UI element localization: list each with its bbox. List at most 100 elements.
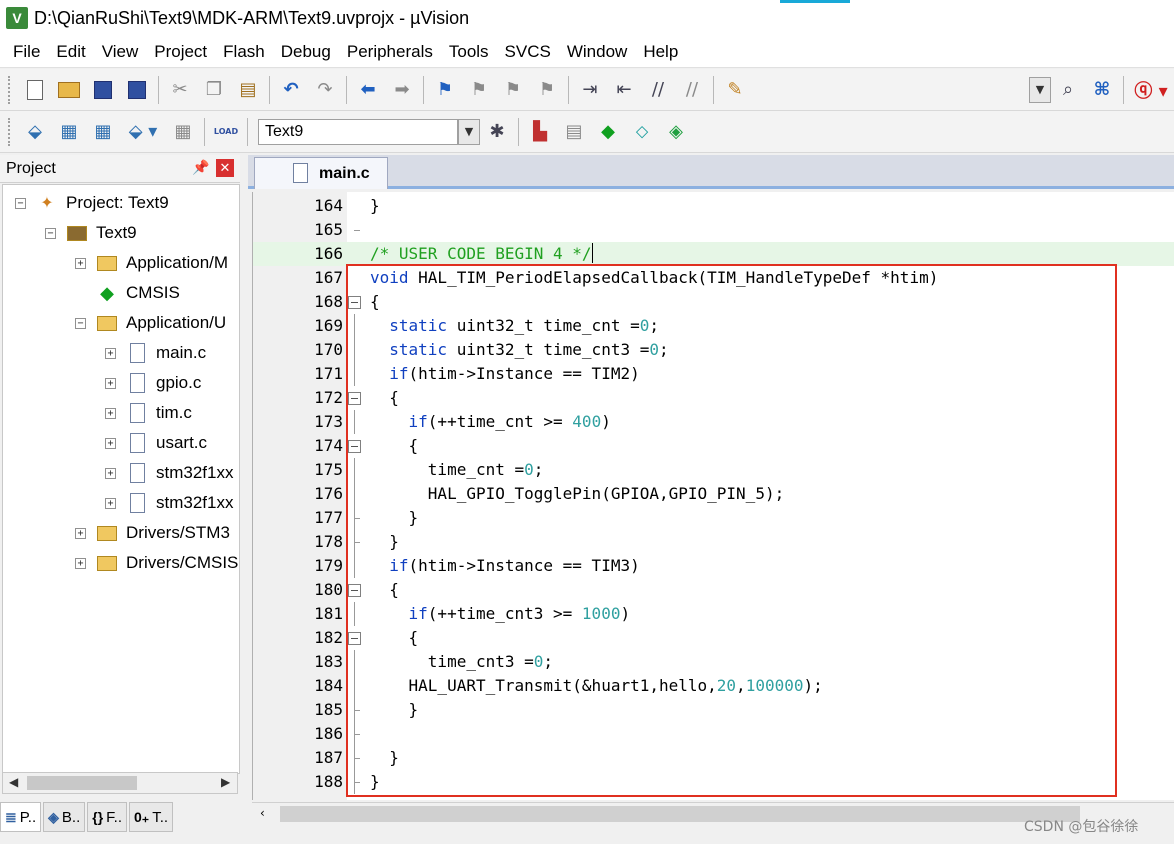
next-bookmark-button[interactable]: ⚑ — [499, 76, 527, 104]
code-line[interactable]: 177 } — [253, 506, 1174, 530]
code-line[interactable]: 179 if(htim->Instance == TIM3) — [253, 554, 1174, 578]
menu-debug[interactable]: Debug — [273, 42, 339, 62]
code-line[interactable]: 173 if(++time_cnt >= 400) — [253, 410, 1174, 434]
menu-edit[interactable]: Edit — [48, 42, 93, 62]
project-horizontal-scrollbar[interactable]: ◀ ▶ — [2, 772, 238, 794]
find-combo-dropdown[interactable]: ▼ — [1029, 76, 1051, 103]
paste-button[interactable]: ▤ — [234, 76, 262, 104]
toolbar-grip[interactable] — [8, 75, 12, 104]
tree-item-cmsis[interactable]: ◆ CMSIS — [96, 279, 180, 307]
stop-build-button[interactable]: ▦ — [169, 118, 197, 146]
menu-flash[interactable]: Flash — [215, 42, 273, 62]
tab-project[interactable]: ≣ P.. — [0, 802, 42, 832]
fold-toggle-icon[interactable] — [348, 632, 361, 645]
expand-icon[interactable]: + — [105, 437, 116, 449]
clear-bookmarks-button[interactable]: ⚑ — [533, 76, 561, 104]
target-options-button[interactable]: ✱ — [483, 118, 511, 146]
fold-toggle-icon[interactable] — [348, 392, 361, 405]
menu-file[interactable]: File — [5, 42, 48, 62]
code-line[interactable]: 174 { — [253, 434, 1174, 458]
target-dropdown-button[interactable]: ▼ — [458, 118, 480, 145]
insert-bookmark-button[interactable]: ⚑ — [431, 76, 459, 104]
code-line[interactable]: 172 { — [253, 386, 1174, 410]
tree-item-project[interactable]: − ✦ Project: Text9 — [15, 189, 169, 217]
expand-icon[interactable]: + — [105, 407, 116, 419]
pack-installer-button[interactable]: ◆ — [594, 118, 622, 146]
code-line[interactable]: 164} — [253, 194, 1174, 218]
code-line[interactable]: 170 static uint32_t time_cnt3 =0; — [253, 338, 1174, 362]
navigate-forward-button[interactable]: ➡ — [388, 76, 416, 104]
expand-icon[interactable]: + — [75, 257, 86, 269]
undo-button[interactable]: ↶ — [277, 76, 305, 104]
tab-books[interactable]: ◈ B.. — [43, 802, 86, 832]
code-editor[interactable]: 164} 165 166 /* USER CODE BEGIN 4 */ 167 void… — [252, 192, 1174, 800]
unindent-button[interactable]: ⇤ — [610, 76, 638, 104]
code-line[interactable]: 168 { — [253, 290, 1174, 314]
target-select[interactable]: Text9 — [258, 118, 458, 145]
expand-icon[interactable]: + — [105, 497, 116, 509]
save-button[interactable] — [89, 76, 117, 104]
navigate-back-button[interactable]: ⬅ — [354, 76, 382, 104]
code-line[interactable]: 171 if(htim->Instance == TIM2) — [253, 362, 1174, 386]
batch-build-button[interactable]: ⬙ ▾ — [123, 118, 163, 146]
code-line[interactable]: 187 } — [253, 746, 1174, 770]
debug-session-button[interactable]: ⓠ ▾ — [1131, 76, 1171, 104]
new-file-button[interactable] — [21, 76, 49, 104]
scrollbar-thumb[interactable] — [280, 806, 1080, 822]
code-line[interactable]: 183 time_cnt3 =0; — [253, 650, 1174, 674]
code-line[interactable]: 180 { — [253, 578, 1174, 602]
tree-item-file[interactable]: + gpio.c — [105, 369, 201, 397]
tab-functions[interactable]: {} F.. — [87, 802, 128, 832]
collapse-icon[interactable]: − — [45, 227, 56, 239]
tree-item-file[interactable]: + stm32f1xx — [105, 489, 233, 517]
code-line[interactable]: 166 /* USER CODE BEGIN 4 */ — [253, 242, 1174, 266]
menu-window[interactable]: Window — [559, 42, 635, 62]
scroll-right-icon[interactable]: ▶ — [221, 775, 230, 789]
tree-item-file[interactable]: + tim.c — [105, 399, 192, 427]
tree-item-file[interactable]: + stm32f1xx — [105, 459, 233, 487]
build-button[interactable]: ▦ — [55, 118, 83, 146]
code-line[interactable]: 181 if(++time_cnt3 >= 1000) — [253, 602, 1174, 626]
tree-item-group[interactable]: + Drivers/STM3 — [75, 519, 230, 547]
expand-icon[interactable]: + — [105, 467, 116, 479]
incremental-find-button[interactable]: ⌕ — [1054, 76, 1082, 104]
expand-icon[interactable]: + — [105, 347, 116, 359]
menu-view[interactable]: View — [94, 42, 147, 62]
tree-item-group[interactable]: − Application/U — [75, 309, 226, 337]
menu-help[interactable]: Help — [635, 42, 686, 62]
tree-item-group[interactable]: + Application/M — [75, 249, 228, 277]
expand-icon[interactable]: + — [75, 557, 86, 569]
select-packs-button[interactable]: ⬦ — [628, 118, 656, 146]
manage-project-items-button[interactable]: ▙ — [526, 118, 554, 146]
code-line[interactable]: 167 void HAL_TIM_PeriodElapsedCallback(TI… — [253, 266, 1174, 290]
find-button[interactable]: ⌘ — [1088, 76, 1116, 104]
expand-icon[interactable]: + — [105, 377, 116, 389]
file-extensions-button[interactable]: ▤ — [560, 118, 588, 146]
tree-item-group[interactable]: + Drivers/CMSIS — [75, 549, 238, 577]
copy-button[interactable]: ❐ — [200, 76, 228, 104]
menu-tools[interactable]: Tools — [441, 42, 497, 62]
find-in-files-button[interactable]: ✎ — [721, 76, 749, 104]
fold-toggle-icon[interactable] — [348, 584, 361, 597]
uncomment-button[interactable]: // — [678, 76, 706, 104]
code-line[interactable]: 182 { — [253, 626, 1174, 650]
download-button[interactable]: LOAD — [212, 118, 240, 146]
tree-item-target[interactable]: − Text9 — [45, 219, 137, 247]
close-panel-button[interactable]: ✕ — [216, 159, 234, 177]
collapse-icon[interactable]: − — [15, 197, 26, 209]
save-all-button[interactable] — [123, 76, 151, 104]
code-line[interactable]: 184 HAL_UART_Transmit(&huart1,hello,20,1… — [253, 674, 1174, 698]
fold-toggle-icon[interactable] — [348, 440, 361, 453]
tab-templates[interactable]: 0₊ T.. — [129, 802, 174, 832]
code-line[interactable]: 186 — [253, 722, 1174, 746]
scroll-left-icon[interactable]: ‹ — [260, 806, 265, 820]
indent-button[interactable]: ⇥ — [576, 76, 604, 104]
code-line[interactable]: 169 static uint32_t time_cnt =0; — [253, 314, 1174, 338]
translate-button[interactable]: ⬙ — [21, 118, 49, 146]
tree-item-file[interactable]: + usart.c — [105, 429, 207, 457]
manage-rte-button[interactable]: ◈ — [662, 118, 690, 146]
fold-toggle-icon[interactable] — [348, 296, 361, 309]
redo-button[interactable]: ↷ — [311, 76, 339, 104]
scroll-left-icon[interactable]: ◀ — [9, 775, 18, 789]
expand-icon[interactable]: + — [75, 527, 86, 539]
